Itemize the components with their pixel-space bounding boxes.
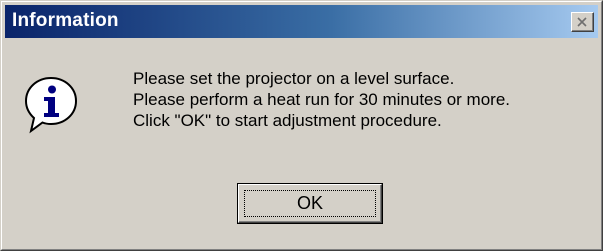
message-line-2: Please perform a heat run for 30 minutes… [133, 90, 511, 109]
close-button[interactable] [571, 12, 594, 32]
information-dialog: Information Please set the projector on … [0, 0, 603, 251]
information-icon [24, 76, 78, 134]
message-line-1: Please set the projector on a level surf… [133, 69, 455, 88]
ok-button[interactable]: OK [237, 183, 383, 224]
message-line-3: Click "OK" to start adjustment procedure… [133, 111, 442, 130]
window-title: Information [12, 10, 119, 31]
message-text: Please set the projector on a level surf… [133, 68, 510, 131]
ok-button-label: OK [296, 193, 323, 213]
title-bar[interactable]: Information [5, 5, 598, 38]
close-icon [577, 17, 587, 27]
